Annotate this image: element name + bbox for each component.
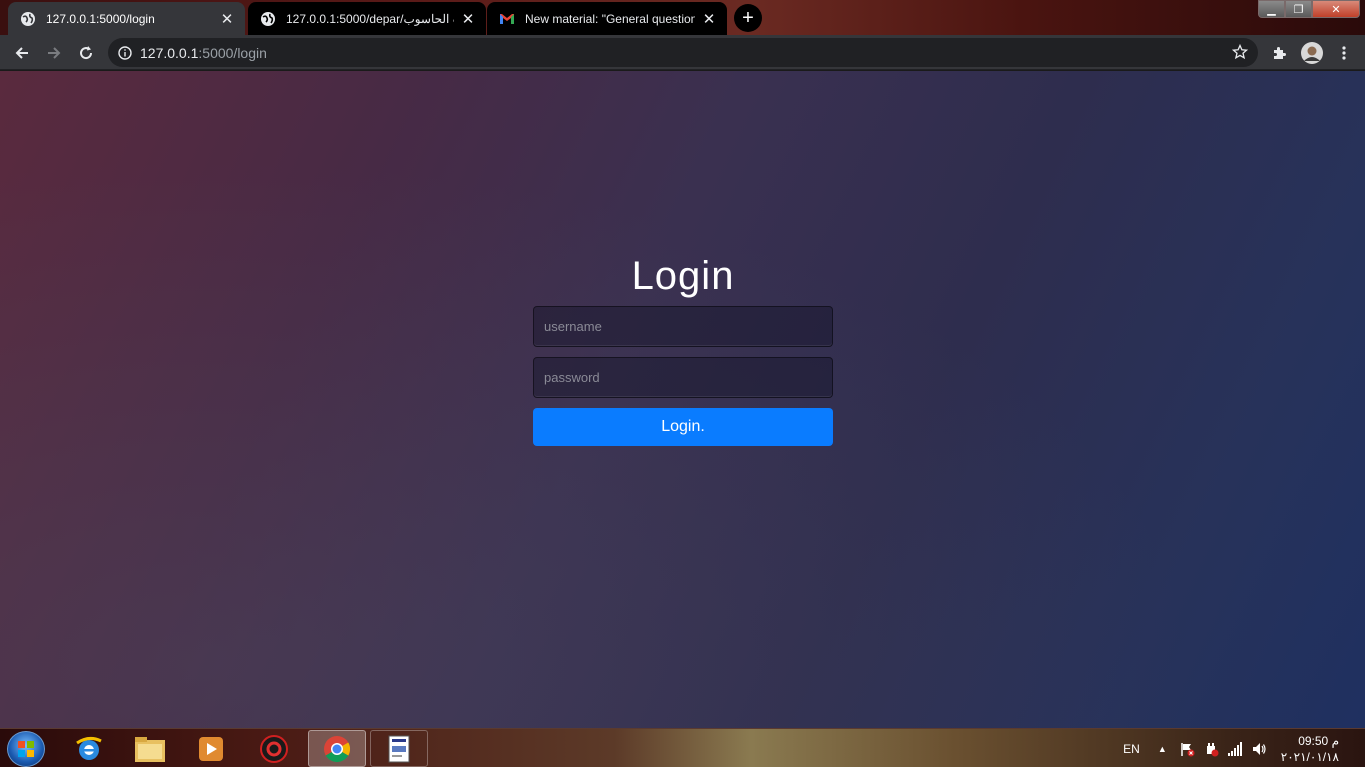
browser-tab-strip: 127.0.0.1:5000/login ✕ 127.0.0.1:5000/de… (0, 0, 1365, 35)
url-text: 127.0.0.1:5000/login (140, 45, 267, 61)
volume-icon[interactable] (1251, 741, 1267, 757)
internet-explorer-icon (76, 736, 102, 760)
media-player-icon (199, 736, 223, 761)
start-button[interactable] (7, 731, 45, 767)
taskbar-app-red[interactable] (245, 730, 303, 767)
back-button[interactable] (8, 39, 36, 67)
action-center-flag-icon[interactable] (1179, 741, 1195, 757)
profile-avatar[interactable] (1298, 39, 1326, 67)
info-icon[interactable] (118, 45, 132, 60)
language-indicator[interactable]: EN (1123, 742, 1140, 756)
document-icon (388, 735, 410, 762)
tab-login[interactable]: 127.0.0.1:5000/login ✕ (8, 2, 245, 35)
login-button[interactable]: Login. (533, 408, 833, 446)
window-controls: ▁ ❐ ✕ (1258, 0, 1360, 18)
system-tray: EN ▲ 09:50 م ٢٠٢١/٠١/١٨ (1123, 729, 1365, 767)
login-form: Login Login. (533, 251, 833, 446)
close-icon[interactable]: ✕ (701, 11, 717, 28)
clock-date: ٢٠٢١/٠١/١٨ (1280, 749, 1339, 764)
tab-department[interactable]: 127.0.0.1:5000/depar/تقنيات الحاسوب ✕ (248, 2, 486, 35)
globe-icon (21, 11, 35, 26)
taskbar-document[interactable] (370, 730, 428, 767)
taskbar-internet-explorer[interactable] (60, 730, 118, 767)
url-host: 127.0.0.1 (140, 44, 199, 61)
browser-toolbar: 127.0.0.1:5000/login (0, 35, 1365, 70)
new-tab-button[interactable]: + (734, 4, 762, 32)
network-signal-icon[interactable] (1227, 741, 1243, 757)
globe-icon (261, 11, 275, 26)
address-bar[interactable]: 127.0.0.1:5000/login (108, 38, 1258, 67)
puzzle-icon (1274, 47, 1286, 59)
windows-logo-icon (18, 741, 34, 757)
power-plug-icon[interactable] (1203, 741, 1219, 757)
reload-icon (80, 46, 93, 60)
windows-taskbar: EN ▲ 09:50 م ٢٠٢١/٠١/١٨ (0, 728, 1365, 767)
minimize-button[interactable]: ▁ (1258, 0, 1285, 18)
page-background: Login Login. (0, 71, 1365, 728)
folder-icon (135, 736, 165, 762)
taskbar-chrome[interactable] (308, 730, 366, 767)
kebab-menu-icon (1342, 46, 1346, 60)
back-arrow-icon (15, 47, 28, 59)
username-input[interactable] (533, 306, 833, 347)
close-icon[interactable]: ✕ (219, 11, 235, 28)
menu-button[interactable] (1330, 39, 1358, 67)
gmail-icon (500, 13, 514, 24)
tab-gmail[interactable]: New material: "General question ✕ (487, 2, 727, 35)
close-window-button[interactable]: ✕ (1312, 0, 1360, 18)
forward-button[interactable] (40, 39, 68, 67)
chrome-icon (324, 735, 351, 762)
taskbar-media-player[interactable] (182, 730, 240, 767)
tab-title: 127.0.0.1:5000/depar/تقنيات الحاسوب (286, 11, 454, 26)
close-icon[interactable]: ✕ (460, 11, 476, 28)
avatar-icon (1301, 42, 1323, 64)
clock[interactable]: 09:50 م ٢٠٢١/٠١/١٨ (1281, 733, 1339, 765)
plus-icon: + (742, 6, 754, 29)
taskbar-file-explorer[interactable] (121, 730, 179, 767)
show-hidden-icons-button[interactable]: ▲ (1158, 744, 1167, 754)
clock-time: 09:50 م (1298, 733, 1339, 748)
reload-button[interactable] (72, 39, 100, 67)
tab-title: New material: "General question (525, 11, 695, 26)
forward-arrow-icon (48, 47, 61, 59)
password-input[interactable] (533, 357, 833, 398)
tab-title: 127.0.0.1:5000/login (46, 11, 155, 26)
red-app-icon (260, 734, 288, 763)
bookmark-star-icon[interactable] (1232, 44, 1248, 60)
maximize-button[interactable]: ❐ (1285, 0, 1312, 18)
extensions-button[interactable] (1265, 39, 1293, 67)
page-title: Login (631, 254, 735, 298)
url-path: :5000/login (198, 44, 267, 61)
